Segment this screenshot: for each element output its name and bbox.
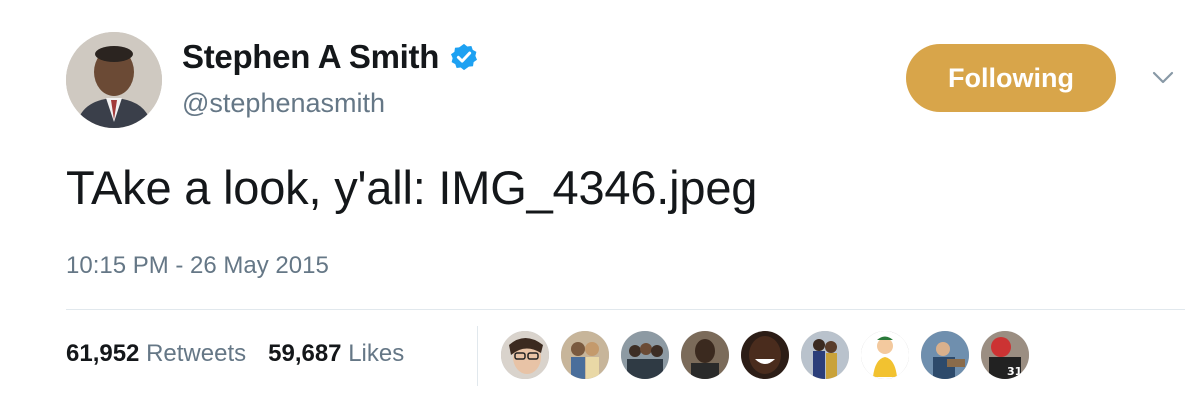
liker-avatar-9[interactable]: 31 bbox=[980, 330, 1030, 380]
tweet-timestamp[interactable]: 10:15 PM - 26 May 2015 bbox=[66, 252, 329, 280]
stats-vertical-divider bbox=[477, 326, 478, 386]
likes-count: 59,687 bbox=[268, 340, 342, 367]
author-handle[interactable]: @stephenasmith bbox=[182, 88, 385, 119]
liker-avatar-7[interactable] bbox=[860, 330, 910, 380]
retweets-stat[interactable]: 61,952 Retweets bbox=[66, 340, 246, 368]
likes-label: Likes bbox=[348, 340, 405, 367]
likes-stat[interactable]: 59,687 Likes bbox=[268, 340, 404, 368]
following-button[interactable]: Following bbox=[906, 44, 1116, 112]
chevron-down-icon[interactable] bbox=[1150, 64, 1176, 90]
author-avatar[interactable] bbox=[66, 32, 162, 128]
retweets-count: 61,952 bbox=[66, 340, 140, 367]
liker-avatar-6[interactable] bbox=[800, 330, 850, 380]
verified-badge-icon bbox=[451, 43, 478, 71]
tweet-text: TAke a look, y'all: IMG_4346.jpeg bbox=[66, 161, 758, 214]
author-display-name[interactable]: Stephen A Smith bbox=[182, 38, 439, 76]
retweets-label: Retweets bbox=[146, 340, 247, 367]
svg-text:31: 31 bbox=[1007, 365, 1022, 378]
liker-avatar-2[interactable] bbox=[560, 330, 610, 380]
liker-avatar-5[interactable] bbox=[740, 330, 790, 380]
liker-avatar-8[interactable] bbox=[920, 330, 970, 380]
stats-divider bbox=[66, 309, 1185, 310]
tweet-stats: 61,952 Retweets 59,687 Likes bbox=[66, 340, 404, 368]
liker-avatar-4[interactable] bbox=[680, 330, 730, 380]
likers-avatar-list: 31 bbox=[500, 330, 1040, 380]
liker-avatar-3[interactable] bbox=[620, 330, 670, 380]
author-name-row: Stephen A Smith bbox=[182, 38, 479, 76]
liker-avatar-1[interactable] bbox=[500, 330, 550, 380]
